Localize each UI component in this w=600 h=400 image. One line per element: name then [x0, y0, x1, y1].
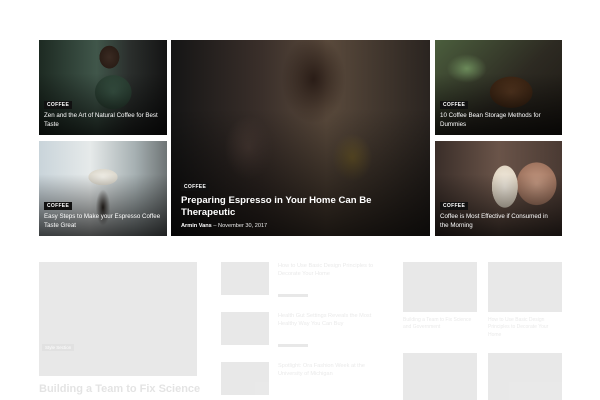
post-title[interactable]: Spotlight: Ora Fashion Week at the Unive… [278, 362, 381, 380]
post-thumbnail [221, 362, 269, 395]
category-tag[interactable]: COFFEE [181, 183, 210, 191]
post-thumbnail [221, 312, 269, 345]
category-tag[interactable]: COFFEE [44, 101, 73, 110]
post-thumbnail [221, 262, 269, 295]
post-title[interactable]: Building a Team to Fix Science [39, 383, 200, 395]
post-image [39, 262, 197, 376]
post-author[interactable]: Armin Vans [181, 223, 212, 229]
category-tag[interactable]: COFFEE [440, 101, 469, 110]
post-image[interactable] [403, 353, 477, 400]
featured-post-card-morning-coffee[interactable]: COFFEE Coffee is Most Effective if Consu… [435, 141, 562, 236]
list-post[interactable]: Health Gut Settings Reveals the Most Hea… [221, 312, 381, 352]
featured-posts-grid: COFFEE Zen and the Art of Natural Coffee… [39, 40, 562, 236]
featured-post-card-main[interactable]: COFFEE Preparing Espresso in Your Home C… [171, 40, 430, 236]
category-tag: Style Section [42, 344, 75, 351]
post-title[interactable]: How to Use Basic Design Principles to De… [278, 262, 381, 288]
grid-post[interactable]: How to Use Basic Design Principles to De… [488, 262, 562, 352]
featured-post-card-espresso-steps[interactable]: COFFEE Easy Steps to Make your Espresso … [39, 141, 167, 236]
featured-post-card-bean-storage[interactable]: COFFEE 10 Coffee Bean Storage Methods fo… [435, 40, 562, 135]
faded-content-section: Style Section Building a Team to Fix Sci… [39, 262, 562, 400]
featured-post-card-zen[interactable]: COFFEE Zen and the Art of Natural Coffee… [39, 40, 167, 135]
post-meta [278, 294, 308, 297]
post-date: November 30, 2017 [218, 223, 268, 229]
post-title[interactable]: How to Use Basic Design Principles to De… [488, 317, 562, 343]
post-meta: Armin Vans – November 30, 2017 [181, 223, 425, 229]
post-title[interactable]: Coffee is Most Effective if Consumed in … [440, 213, 557, 231]
post-title[interactable]: Easy Steps to Make your Espresso Coffee … [44, 213, 162, 231]
post-image [488, 262, 562, 312]
post-title[interactable]: Health Gut Settings Reveals the Most Hea… [278, 312, 381, 338]
post-image[interactable] [488, 353, 562, 400]
post-title[interactable]: Preparing Espresso in Your Home Can Be T… [181, 195, 425, 218]
list-post[interactable]: How to Use Basic Design Principles to De… [221, 262, 381, 302]
post-title[interactable]: Zen and the Art of Natural Coffee for Be… [44, 112, 162, 130]
post-meta [278, 344, 308, 347]
post-title[interactable]: Building a Team to Fix Science and Gover… [403, 317, 477, 335]
large-post[interactable]: Style Section Building a Team to Fix Sci… [39, 262, 200, 400]
category-tag[interactable]: COFFEE [44, 202, 73, 211]
list-post[interactable]: Spotlight: Ora Fashion Week at the Unive… [221, 362, 381, 400]
post-image [403, 262, 477, 312]
category-tag[interactable]: COFFEE [440, 202, 469, 211]
date-separator: – [213, 223, 217, 229]
post-title[interactable]: 10 Coffee Bean Storage Methods for Dummi… [440, 112, 557, 130]
grid-post[interactable]: Building a Team to Fix Science and Gover… [403, 262, 477, 352]
